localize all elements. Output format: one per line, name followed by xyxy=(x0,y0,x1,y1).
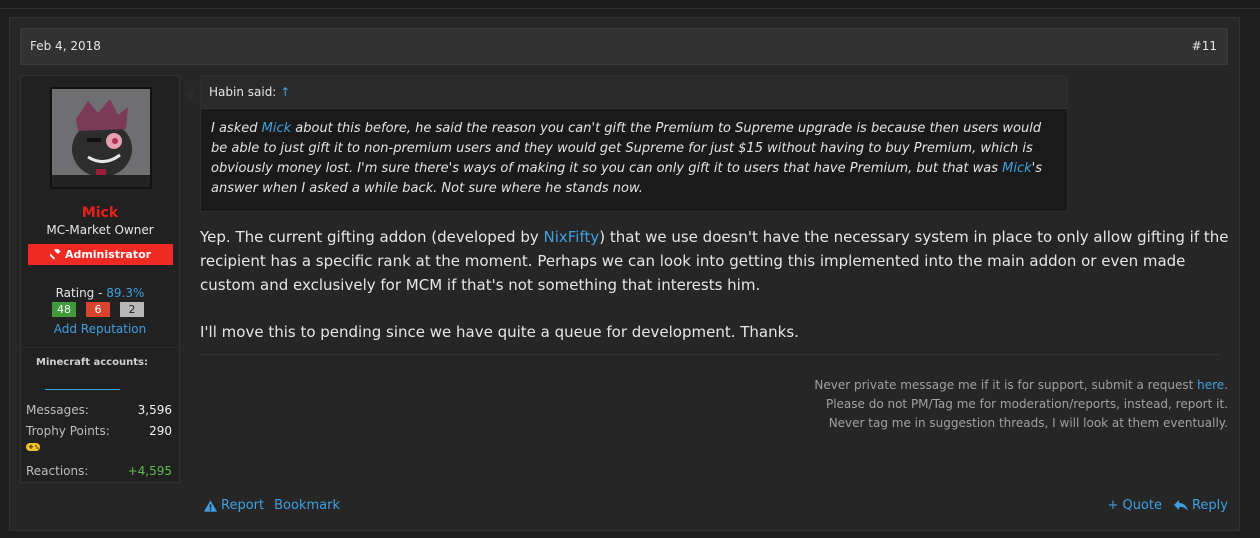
avatar-image xyxy=(52,89,150,187)
minecraft-accounts-underline xyxy=(45,389,120,390)
post-actions-right: + Quote Reply xyxy=(1107,498,1228,513)
gamepad-icon xyxy=(26,441,40,455)
rating-boxes: 48 6 2 xyxy=(51,301,145,318)
stat-messages-value[interactable]: 3,596 xyxy=(138,403,172,417)
warning-icon xyxy=(204,499,217,512)
stat-messages-label: Messages: xyxy=(26,403,89,417)
signature-divider xyxy=(200,354,1220,355)
post-actions-left: Report Bookmark xyxy=(204,498,340,513)
message-body: Yep. The current gifting addon (develope… xyxy=(200,225,1230,367)
quote-body: I asked Mick about this before, he said … xyxy=(201,109,1067,199)
user-title: MC-Market Owner xyxy=(46,223,154,237)
message-text: Yep. The current gifting addon (develope… xyxy=(200,228,544,246)
mention-link[interactable]: Mick xyxy=(262,121,292,136)
post-date[interactable]: Feb 4, 2018 xyxy=(30,39,101,53)
mention-link[interactable]: NixFifty xyxy=(544,228,600,246)
quote-block: Habin said: ↑ I asked Mick about this be… xyxy=(200,75,1068,212)
signature-line: Never private message me if it is for su… xyxy=(814,376,1228,395)
signature-text: Never private message me if it is for su… xyxy=(814,378,1198,392)
divider xyxy=(21,347,179,348)
rating-label: Rating - xyxy=(55,286,107,300)
quote-jump-arrow-icon[interactable]: ↑ xyxy=(280,85,290,99)
gavel-icon xyxy=(49,249,61,260)
rating: Rating - 89.3% xyxy=(21,286,179,300)
forum-post: Feb 4, 2018 #11 Mick MC-Market Owner Adm… xyxy=(9,17,1240,531)
stat-trophy-label: Trophy Points: xyxy=(26,424,110,438)
reply-button[interactable]: Reply xyxy=(1173,498,1228,513)
signature: Never private message me if it is for su… xyxy=(814,376,1228,433)
admin-banner-label: Administrator xyxy=(64,248,152,261)
quote-button[interactable]: + Quote xyxy=(1107,498,1162,513)
username[interactable]: Mick xyxy=(21,205,179,221)
stat-reactions-label: Reactions: xyxy=(26,464,89,478)
rating-neutral[interactable]: 2 xyxy=(119,301,145,318)
mention-link[interactable]: Mick xyxy=(1002,161,1032,176)
message-paragraph: Yep. The current gifting addon (develope… xyxy=(200,225,1230,297)
quote-text: I asked xyxy=(211,121,262,136)
quote-header[interactable]: Habin said: ↑ xyxy=(201,76,1067,109)
avatar[interactable] xyxy=(50,87,152,189)
message-paragraph: I'll move this to pending since we have … xyxy=(200,323,799,341)
signature-link[interactable]: here xyxy=(1197,378,1224,392)
reply-icon xyxy=(1173,499,1188,511)
reply-label: Reply xyxy=(1191,498,1228,513)
quote-caret xyxy=(184,86,193,102)
bookmark-button[interactable]: Bookmark xyxy=(274,498,340,513)
stat-reactions-value[interactable]: +4,595 xyxy=(128,464,172,478)
signature-text: . xyxy=(1224,378,1228,392)
user-panel: Mick MC-Market Owner Administrator Ratin… xyxy=(20,75,180,483)
minecraft-accounts-label: Minecraft accounts: xyxy=(36,357,148,368)
top-bar xyxy=(0,0,1260,9)
rating-positive[interactable]: 48 xyxy=(51,301,77,318)
admin-banner: Administrator xyxy=(28,244,173,265)
signature-line: Never tag me in suggestion threads, I wi… xyxy=(828,416,1228,430)
quote-author: Habin said: xyxy=(209,85,277,99)
post-number[interactable]: #11 xyxy=(1192,39,1217,53)
rating-percent[interactable]: 89.3% xyxy=(106,286,144,300)
post-header: Feb 4, 2018 #11 xyxy=(20,28,1228,65)
signature-line: Please do not PM/Tag me for moderation/r… xyxy=(825,397,1228,411)
rating-negative[interactable]: 6 xyxy=(85,301,111,318)
report-label: Report xyxy=(221,498,265,513)
stat-trophy-value[interactable]: 290 xyxy=(149,424,172,438)
report-button[interactable]: Report xyxy=(204,498,264,513)
add-reputation-link[interactable]: Add Reputation xyxy=(21,322,179,336)
quote-text: about this before, he said the reason yo… xyxy=(211,121,1042,176)
